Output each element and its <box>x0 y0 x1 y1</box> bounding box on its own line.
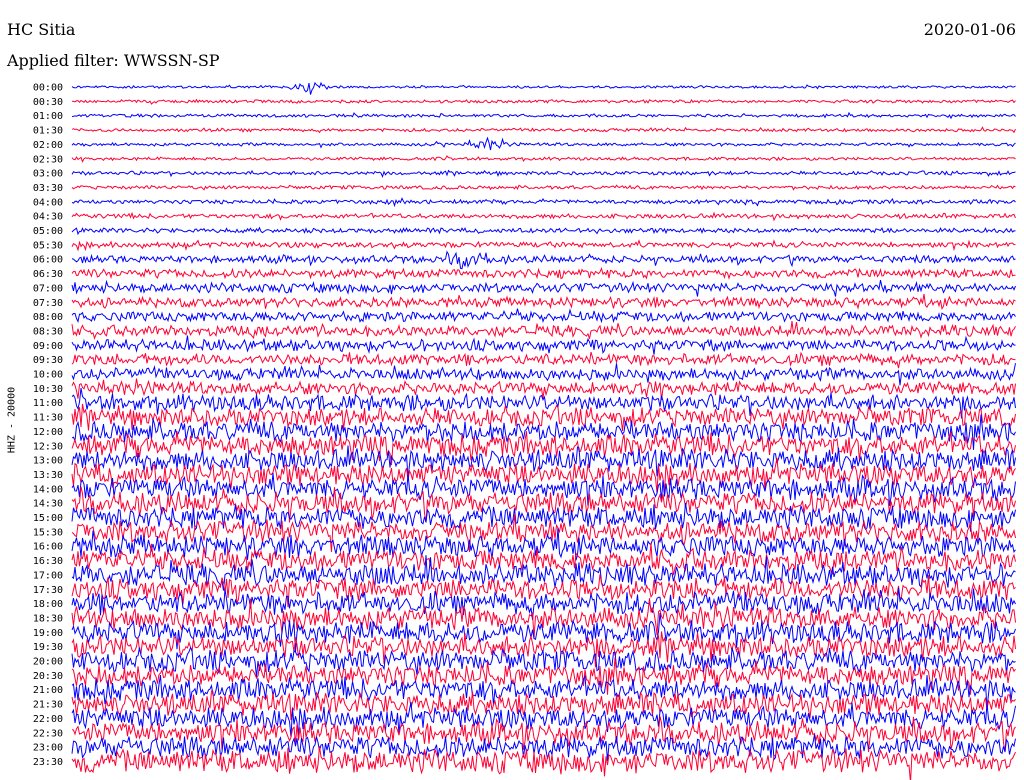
row-label: 02:00 <box>33 140 63 151</box>
trace-0230 <box>71 155 1016 163</box>
row-label: 06:00 <box>33 255 63 266</box>
row-label: 06:30 <box>33 269 63 280</box>
trace-1330 <box>71 458 1016 494</box>
row-label: 05:30 <box>33 240 63 251</box>
trace-0430 <box>71 211 1016 222</box>
row-label: 12:00 <box>33 427 63 438</box>
trace-group <box>71 81 1016 780</box>
trace-0530 <box>71 239 1016 252</box>
trace-0100 <box>71 111 1016 120</box>
row-label: 14:00 <box>33 484 63 495</box>
row-label: 21:30 <box>33 700 63 711</box>
row-label: 19:00 <box>33 628 63 639</box>
row-label: 11:30 <box>33 413 63 424</box>
row-label: 16:00 <box>33 542 63 553</box>
row-label: 04:00 <box>33 197 63 208</box>
row-label-group: 00:00 00:30 01:00 01:30 02:00 02:30 03:00 03:30… <box>33 83 63 768</box>
trace-0130 <box>71 126 1016 134</box>
trace-0630 <box>71 266 1016 280</box>
row-label: 20:00 <box>33 657 63 668</box>
row-label: 13:30 <box>33 470 63 481</box>
row-label: 10:30 <box>33 384 63 395</box>
row-label: 17:30 <box>33 585 63 596</box>
row-label: 02:30 <box>33 154 63 165</box>
row-label: 10:00 <box>33 370 63 381</box>
trace-0400 <box>71 197 1016 208</box>
helicorder-plot: 00:00 00:30 01:00 01:30 02:00 02:30 03:00 03:30… <box>33 81 1016 780</box>
row-label: 01:00 <box>33 111 63 122</box>
trace-0700 <box>71 279 1016 297</box>
row-label: 07:30 <box>33 298 63 309</box>
row-label: 08:00 <box>33 312 63 323</box>
row-label: 19:30 <box>33 642 63 653</box>
row-label: 23:30 <box>33 757 63 768</box>
trace-0600 <box>71 250 1016 270</box>
row-label: 07:00 <box>33 283 63 294</box>
row-label: 04:30 <box>33 212 63 223</box>
row-label: 17:00 <box>33 570 63 581</box>
trace-0330 <box>71 184 1016 191</box>
row-label: 03:30 <box>33 183 63 194</box>
row-label: 15:30 <box>33 527 63 538</box>
row-label: 05:00 <box>33 226 63 237</box>
trace-0930 <box>71 351 1016 369</box>
trace-0830 <box>71 321 1016 340</box>
row-label: 20:30 <box>33 671 63 682</box>
row-label: 11:00 <box>33 398 63 409</box>
row-label: 12:30 <box>33 441 63 452</box>
trace-0000 <box>71 81 1016 95</box>
row-label: 15:00 <box>33 513 63 524</box>
row-label: 14:30 <box>33 499 63 510</box>
trace-0200 <box>71 136 1016 151</box>
trace-0800 <box>71 308 1016 324</box>
row-label: 00:30 <box>33 97 63 108</box>
row-label: 13:00 <box>33 456 63 467</box>
row-label: 21:00 <box>33 685 63 696</box>
trace-0730 <box>71 293 1016 310</box>
row-label: 09:00 <box>33 341 63 352</box>
trace-0500 <box>71 226 1016 236</box>
row-label: 18:00 <box>33 599 63 610</box>
row-label: 23:00 <box>33 743 63 754</box>
trace-0900 <box>71 335 1016 355</box>
trace-0030 <box>71 98 1016 105</box>
trace-1030 <box>71 378 1016 401</box>
trace-1000 <box>71 363 1016 386</box>
row-label: 09:30 <box>33 355 63 366</box>
row-label: 08:30 <box>33 326 63 337</box>
row-label: 00:00 <box>33 83 63 94</box>
row-label: 22:00 <box>33 714 63 725</box>
row-label: 22:30 <box>33 728 63 739</box>
row-label: 01:30 <box>33 126 63 137</box>
row-label: 18:30 <box>33 613 63 624</box>
row-label: 16:30 <box>33 556 63 567</box>
trace-0300 <box>71 169 1016 179</box>
row-label: 03:00 <box>33 169 63 180</box>
